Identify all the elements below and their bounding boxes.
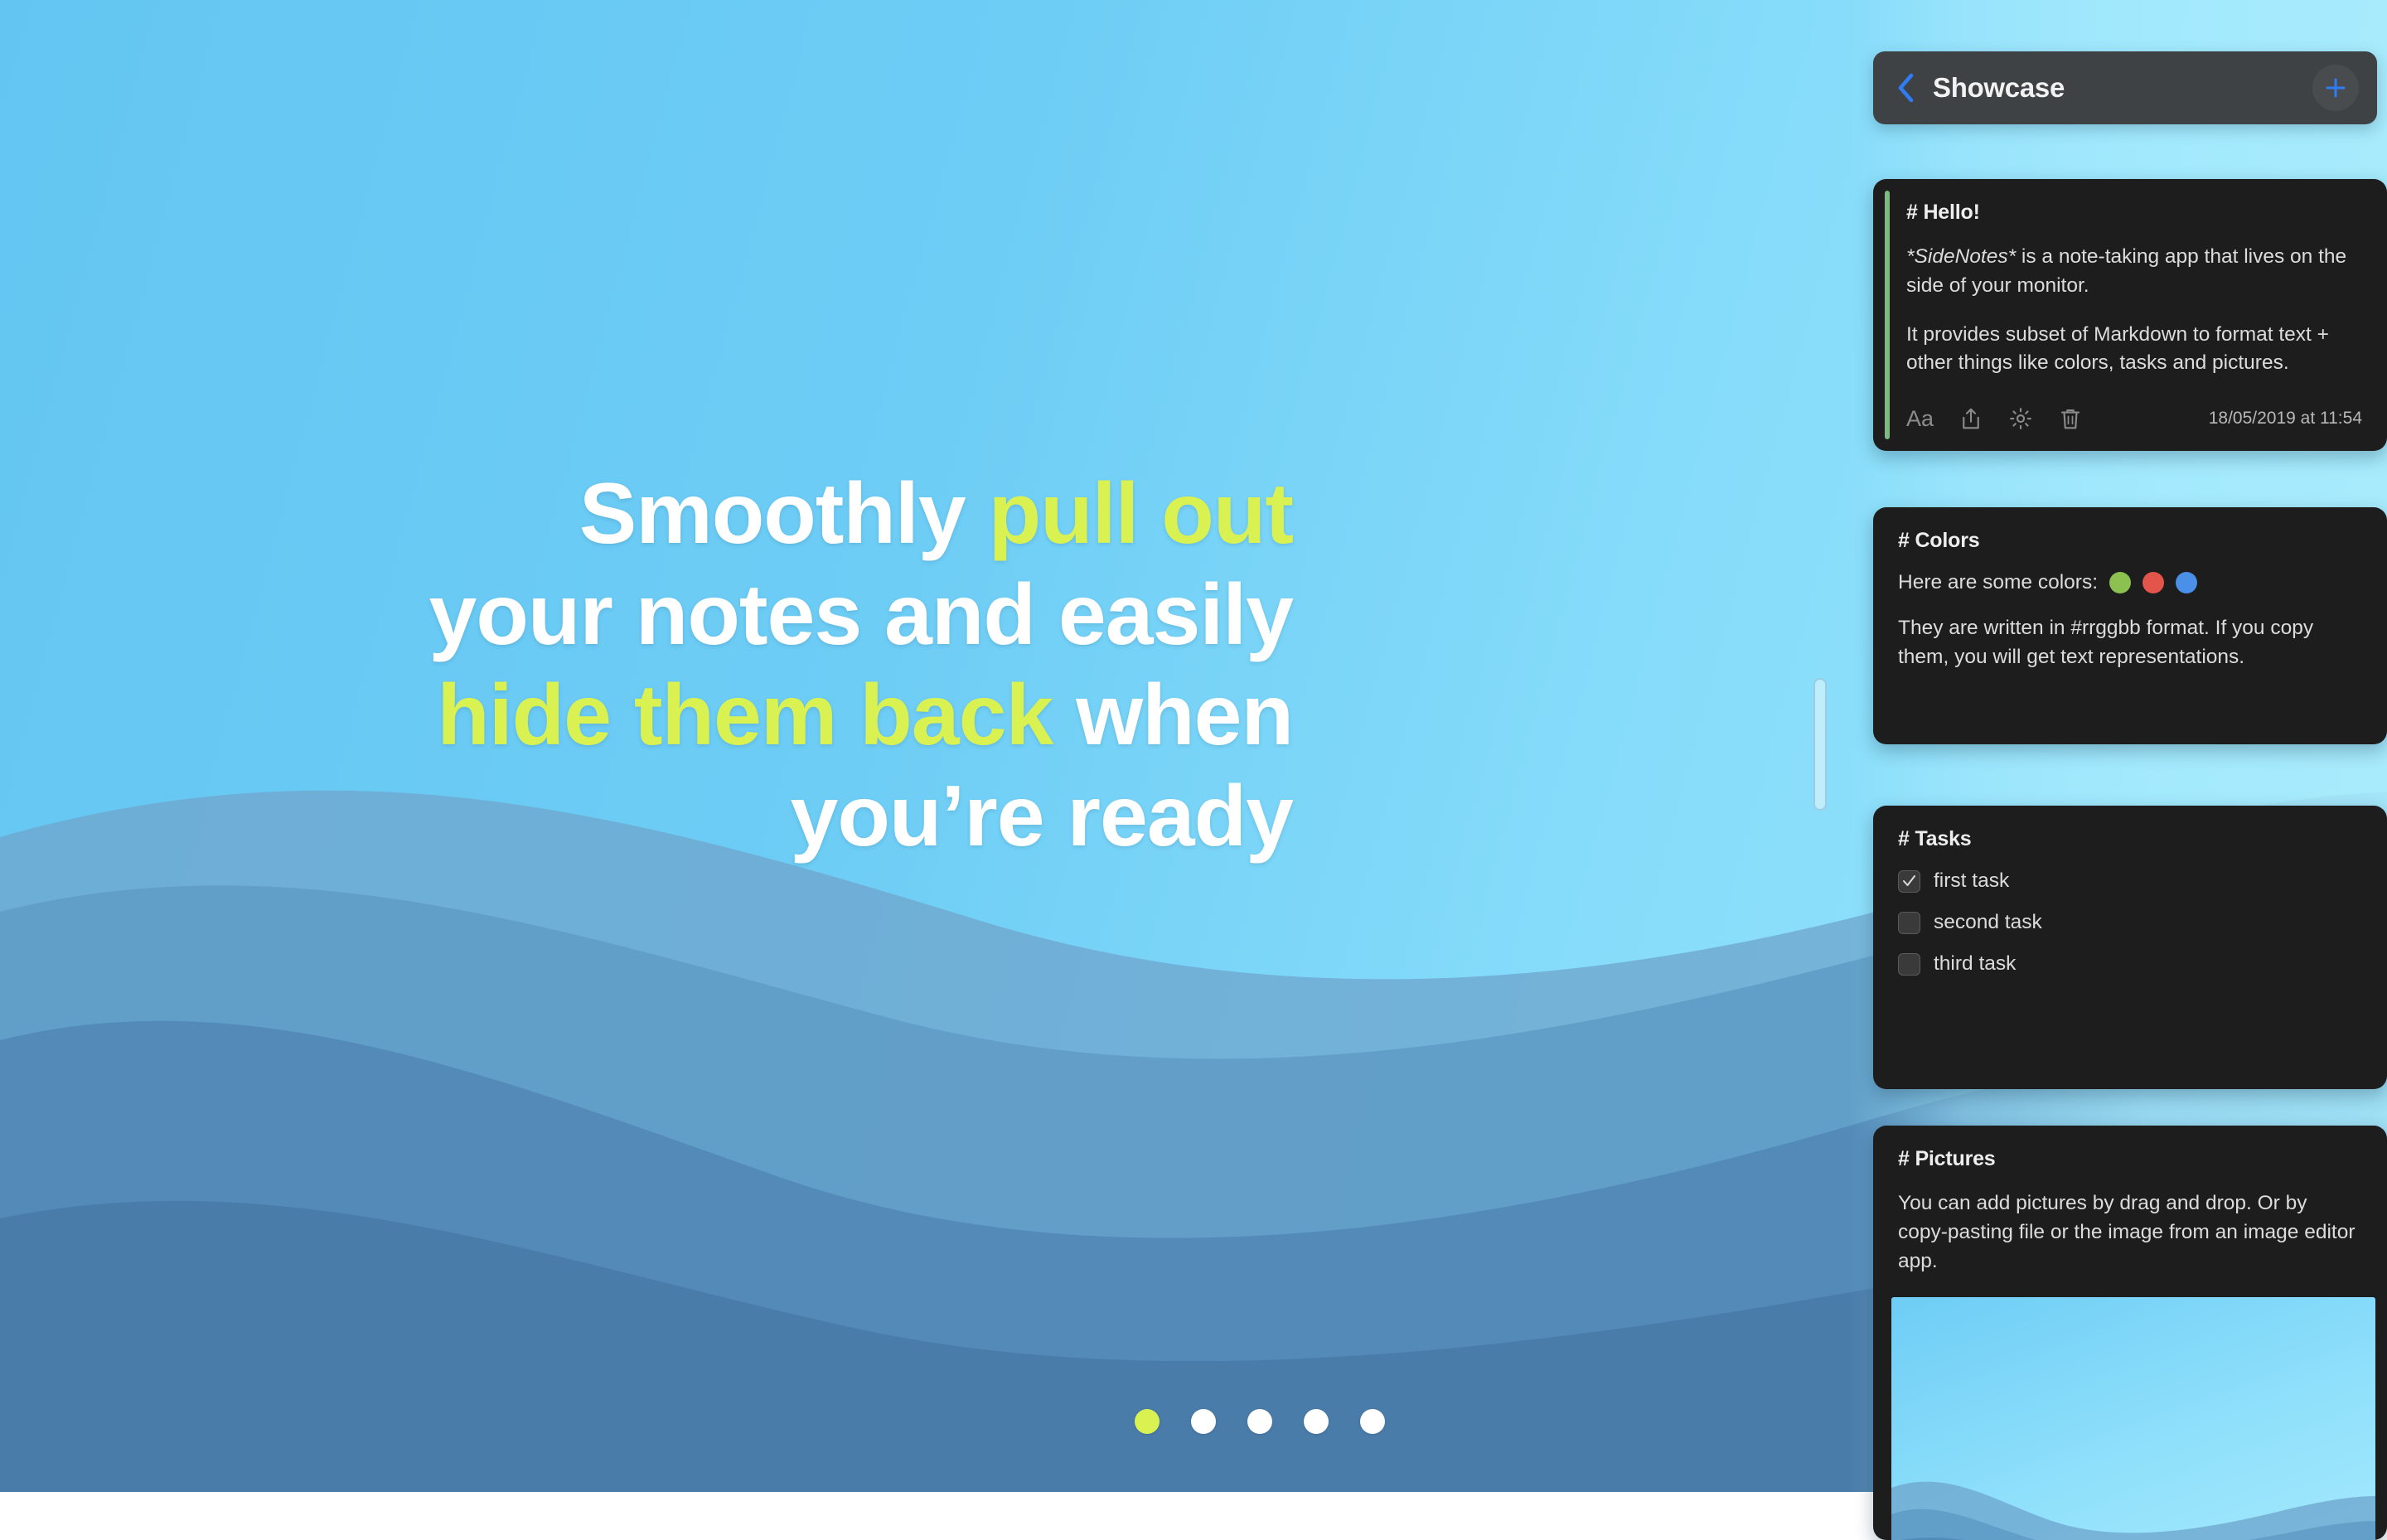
headline-line-1-highlight: pull out <box>989 466 1293 562</box>
text-format-icon[interactable]: Aa <box>1906 406 1934 431</box>
note-title: # Hello! <box>1906 201 2362 225</box>
gear-icon[interactable] <box>2008 406 2033 431</box>
note-colors-row: Here are some colors: <box>1898 571 2362 594</box>
note-card-hello[interactable]: # Hello! *SideNotes* is a note-taking ap… <box>1873 179 2387 451</box>
share-icon[interactable] <box>1959 406 1983 431</box>
panel-scrollbar[interactable] <box>1813 678 1827 811</box>
task-row[interactable]: first task <box>1898 869 2362 893</box>
headline-line-3-highlight: hide them back <box>437 667 1053 763</box>
color-swatch-red[interactable] <box>2142 572 2164 593</box>
note-title: # Tasks <box>1898 827 2362 851</box>
note-toolbar: Aa <box>1906 406 2209 431</box>
note-paragraph: You can add pictures by drag and drop. O… <box>1898 1189 2362 1276</box>
task-row[interactable]: second task <box>1898 911 2362 934</box>
note-card-pictures[interactable]: # Pictures You can add pictures by drag … <box>1873 1126 2387 1540</box>
panel-title: Showcase <box>1933 72 2312 104</box>
task-label: second task <box>1934 911 2042 934</box>
note-image-thumbnail[interactable] <box>1891 1297 2375 1540</box>
trash-icon[interactable] <box>2058 406 2083 431</box>
note-italic-span: *SideNotes* <box>1906 245 2016 268</box>
panel-header: Showcase <box>1873 51 2377 124</box>
task-label: first task <box>1934 869 2009 893</box>
note-title: # Colors <box>1898 529 2362 553</box>
note-paragraph: It provides subset of Markdown to format… <box>1906 321 2362 379</box>
pager-dot-1[interactable] <box>1135 1409 1160 1434</box>
note-colors-intro: Here are some colors: <box>1898 571 2098 594</box>
task-checkbox[interactable] <box>1898 953 1920 976</box>
note-accent-bar <box>1885 191 1890 439</box>
chevron-left-icon[interactable] <box>1896 73 1915 103</box>
pager-dot-4[interactable] <box>1304 1409 1329 1434</box>
note-card-tasks[interactable]: # Tasks first task second task third tas… <box>1873 806 2387 1089</box>
headline-line-3: hide them back when <box>116 666 1293 767</box>
headline-line-3-plain: when <box>1053 667 1293 763</box>
headline: Smoothly pull out your notes and easily … <box>116 464 1293 868</box>
note-footer: Aa 18/05/2019 at 11:54 <box>1906 406 2362 431</box>
task-checkbox[interactable] <box>1898 912 1920 934</box>
note-paragraph: *SideNotes* is a note-taking app that li… <box>1906 243 2362 301</box>
thumbnail-waves <box>1891 1297 2375 1540</box>
note-card-colors[interactable]: # Colors Here are some colors: They are … <box>1873 507 2387 744</box>
task-label: third task <box>1934 952 2016 976</box>
headline-line-1: Smoothly pull out <box>116 464 1293 565</box>
color-swatch-green[interactable] <box>2109 572 2131 593</box>
note-paragraph: They are written in #rrggbb format. If y… <box>1898 614 2362 672</box>
task-row[interactable]: third task <box>1898 952 2362 976</box>
plus-icon <box>2323 75 2348 100</box>
headline-line-2: your notes and easily <box>116 565 1293 666</box>
color-swatch-blue[interactable] <box>2176 572 2197 593</box>
pager-dot-2[interactable] <box>1191 1409 1216 1434</box>
add-note-button[interactable] <box>2312 65 2359 111</box>
pager-dot-5[interactable] <box>1360 1409 1385 1434</box>
headline-line-4: you’re ready <box>116 767 1293 868</box>
headline-line-1-plain: Smoothly <box>579 466 989 562</box>
sidenotes-panel: Showcase # Hello! *SideNotes* is a note-… <box>1848 0 2387 1492</box>
note-date: 18/05/2019 at 11:54 <box>2209 409 2362 429</box>
checkmark-icon <box>1901 874 1917 889</box>
note-title: # Pictures <box>1898 1147 2362 1171</box>
pager-dot-3[interactable] <box>1247 1409 1272 1434</box>
task-checkbox-checked[interactable] <box>1898 870 1920 893</box>
